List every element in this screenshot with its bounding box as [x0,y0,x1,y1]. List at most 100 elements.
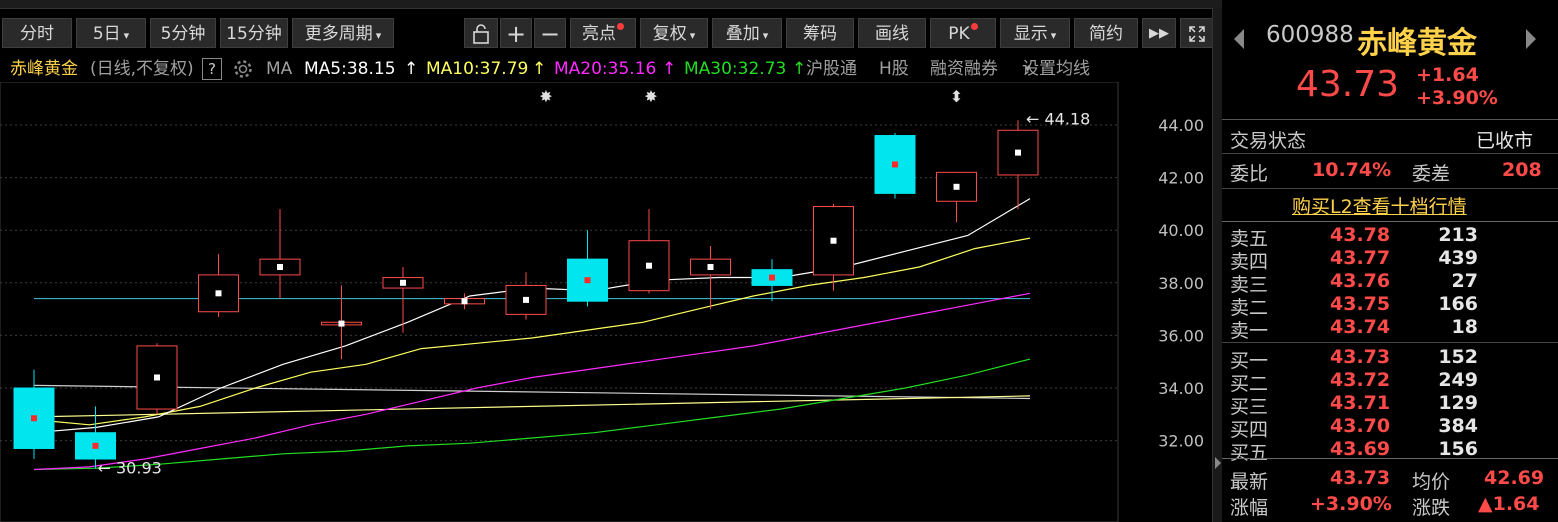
bid-vol: 129 [1438,392,1478,414]
chevron-down-icon: ▾ [762,29,769,42]
double-chevron-right-icon: ▶▶ [1149,26,1169,41]
ma10-value: MA10:37.79 [426,59,529,79]
bid-row-4[interactable]: 买四 43.70 384 [1222,415,1558,441]
ask-price: 43.78 [1330,224,1391,246]
draw-line-button[interactable]: 画线 [858,18,926,48]
zoom-out-button[interactable]: − [534,18,566,48]
candle[interactable] [13,369,55,460]
candle[interactable] [259,209,301,299]
ma20-arrow-icon: ↑ [662,59,677,79]
bid-ratio-label: 委比 [1230,163,1269,185]
candle[interactable] [628,209,670,294]
candle-center-dot [584,277,591,284]
chart-toolbar: 分时 5日 ▾ 5分钟 15分钟 更多周期 ▾ + − 亮点 复权 ▾ 叠加 ▾ 筹码 … [0,12,1222,50]
fullscreen-button[interactable] [1180,18,1214,48]
candle[interactable] [505,272,547,320]
ma30-arrow-icon: ↑ [792,59,807,79]
top-menu-strip[interactable] [0,0,1222,9]
bid-vol: 152 [1438,346,1478,368]
more-periods-button[interactable]: 更多周期 ▾ [292,18,394,48]
event-marker-icon[interactable]: ✸ [539,87,552,106]
y-tick-label: 38.00 [1158,274,1204,293]
candle[interactable] [382,267,424,333]
trade-status-value: 已收市 [1476,130,1534,152]
bid-price: 43.70 [1330,415,1391,437]
bid-vol: 384 [1438,415,1478,437]
candle-center-dot [215,290,222,297]
candle-center-dot [1015,149,1021,156]
bid-row-3[interactable]: 买三 43.71 129 [1222,392,1558,418]
notification-dot-icon [970,23,978,30]
candle[interactable] [321,285,362,360]
divider [1222,188,1558,189]
ask-row-3[interactable]: 卖三 43.76 27 [1222,270,1558,296]
buy-l2-link[interactable]: 购买L2查看十档行情 [1292,192,1467,219]
ma-label: MA [266,59,293,79]
simple-mode-button[interactable]: 简约 [1074,18,1138,48]
candle[interactable] [936,171,977,223]
margin-trading-link[interactable]: 融资融券 [930,56,998,82]
ma20-line [33,292,1031,471]
kline-mode-label: (日线,不复权) [90,59,194,79]
ask-row-1[interactable]: 卖五 43.78 213 [1222,224,1558,250]
period-intraday-button[interactable]: 分时 [2,18,72,48]
period-15min-button[interactable]: 15分钟 [220,18,288,48]
candle-center-dot [646,262,652,269]
pk-button[interactable]: PK [930,18,996,48]
candle[interactable] [136,343,178,415]
candle-center-dot [400,279,406,286]
triangle-right-icon [1215,457,1221,469]
lock-button[interactable] [464,18,498,48]
event-marker-icon[interactable]: ⬍ [950,87,963,106]
candle[interactable] [813,203,854,291]
candle-center-dot [154,374,160,381]
ask-label: 卖一 [1230,320,1269,342]
notification-dot-icon [617,23,624,30]
period-5day-button[interactable]: 5日 ▾ [76,18,146,48]
avg-price-label: 均价 [1412,471,1451,493]
expand-icon [1189,26,1205,42]
candle[interactable] [198,253,239,317]
hgt-link[interactable]: 沪股通 [806,56,857,82]
divider [1222,342,1558,343]
next-stock-icon[interactable] [1524,28,1538,50]
high-price-annotation: ← 44.18 [1026,109,1090,128]
prev-stock-icon[interactable] [1232,28,1246,50]
chips-button[interactable]: 筹码 [786,18,854,48]
candle[interactable] [444,293,485,310]
candle-center-dot [892,161,898,168]
display-button[interactable]: 显示 ▾ [1000,18,1070,48]
quote-panel: 600988 赤峰黄金 43.73 +1.64 +3.90% 交易状态 已收市 … [1222,8,1558,522]
period-5min-button[interactable]: 5分钟 [150,18,216,48]
more-button[interactable]: ▶▶ [1142,18,1176,48]
candle[interactable] [997,120,1039,210]
candle[interactable] [567,230,608,307]
chevron-down-icon: ▾ [123,29,130,42]
candle[interactable] [874,132,916,199]
help-button[interactable]: ? [202,58,222,80]
event-marker-icon[interactable]: ✸ [644,87,657,106]
h-share-link[interactable]: H股 [879,56,909,82]
bid-diff-value: 208 [1502,159,1542,181]
ask-row-4[interactable]: 卖二 43.75 166 [1222,293,1558,319]
chevron-down-icon: ▾ [1025,62,1031,75]
adjust-button[interactable]: 复权 ▾ [640,18,708,48]
overlay-button[interactable]: 叠加 ▾ [712,18,782,48]
candle-center-dot [523,296,529,303]
bid-row-2[interactable]: 买二 43.72 249 [1222,369,1558,395]
candle-center-dot [769,274,775,281]
zoom-in-button[interactable]: + [500,18,532,48]
bid-row-1[interactable]: 买一 43.73 152 [1222,346,1558,372]
highlight-button[interactable]: 亮点 [570,18,636,48]
ask-row-5[interactable]: 卖一 43.74 18 [1222,316,1558,342]
kline-chart[interactable]: 44.00 42.00 40.00 38.00 36.00 34.00 32.00 ✸ ✸ ⬍ ← … [0,82,1212,522]
stock-name: 赤峰黄金 [1357,26,1477,61]
ask-row-2[interactable]: 卖四 43.77 439 [1222,247,1558,273]
bid-price: 43.73 [1330,346,1391,368]
bid-price: 43.71 [1330,392,1391,414]
change-pct-label: 涨幅 [1230,497,1269,519]
ask-vol: 213 [1438,224,1478,246]
plus-icon: + [505,20,527,48]
chevron-down-icon: ▾ [689,29,696,42]
candle-center-dot [338,320,345,327]
